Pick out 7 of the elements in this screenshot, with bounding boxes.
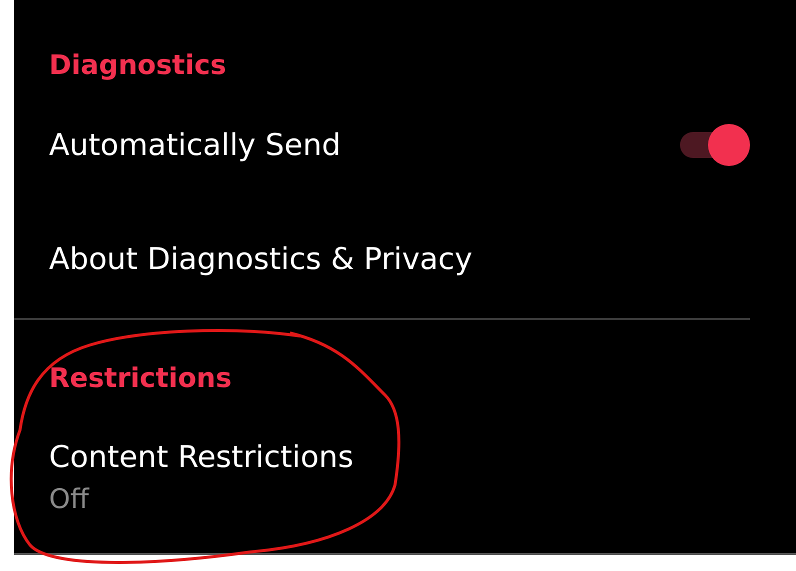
toggle-switch[interactable]: [680, 124, 750, 166]
setting-label[interactable]: Content Restrictions: [49, 438, 750, 478]
setting-link[interactable]: About Diagnostics & Privacy: [49, 242, 472, 276]
setting-label: Automatically Send: [49, 128, 341, 162]
section-header: Restrictions: [49, 362, 232, 394]
section-header: Diagnostics: [49, 50, 226, 80]
setting-value: Off: [49, 483, 90, 517]
